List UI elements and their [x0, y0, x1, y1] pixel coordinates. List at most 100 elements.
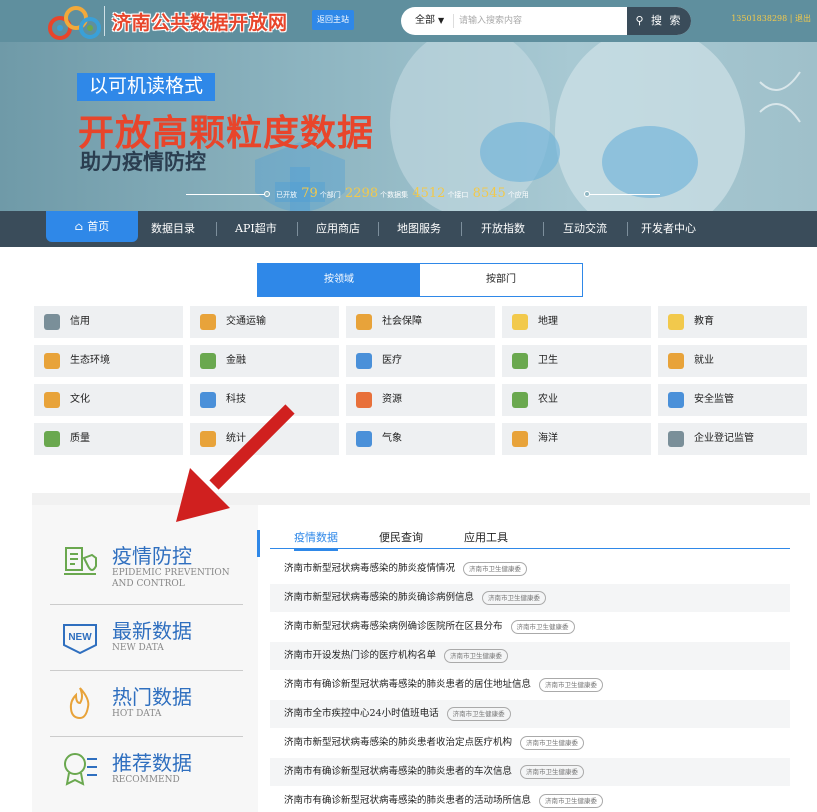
- list-item-title: 济南市新型冠状病毒感染的肺炎疫情情况: [284, 563, 456, 574]
- search-button[interactable]: ⚲ 搜 索: [627, 7, 691, 35]
- category-item[interactable]: 海洋: [502, 423, 651, 455]
- publisher-tag[interactable]: 济南市卫生健康委: [539, 793, 604, 808]
- list-item-title: 济南市有确诊新型冠状病毒感染的肺炎患者的车次信息: [284, 766, 513, 777]
- category-label: 医疗: [382, 355, 402, 366]
- category-item[interactable]: 信用: [34, 306, 183, 338]
- search-scope-select[interactable]: 全部 ▼: [415, 7, 444, 35]
- sidebar-item-recommend[interactable]: 推荐数据 RECOMMEND: [50, 737, 243, 802]
- list-item[interactable]: 济南市新型冠状病毒感染的肺炎患者收治定点医疗机构 济南市卫生健康委: [270, 729, 790, 757]
- category-label: 安全监管: [694, 394, 734, 405]
- sidebar-item-new-data[interactable]: NEW 最新数据 NEW DATA: [50, 605, 243, 670]
- nav-item-map-service[interactable]: 地图服务: [397, 211, 441, 247]
- publisher-tag[interactable]: 济南市卫生健康委: [520, 764, 585, 779]
- category-item[interactable]: 医疗: [346, 345, 495, 377]
- publisher-tag[interactable]: 济南市卫生健康委: [520, 735, 585, 750]
- nav-item-home[interactable]: ⌂ 首页: [46, 211, 138, 242]
- category-item[interactable]: 农业: [502, 384, 651, 416]
- category-item[interactable]: 教育: [658, 306, 807, 338]
- category-item[interactable]: 社会保障: [346, 306, 495, 338]
- category-item[interactable]: 文化: [34, 384, 183, 416]
- list-item-title: 济南市开设发热门诊的医疗机构名单: [284, 650, 437, 661]
- search-bar: 全部▼ ⚲ 搜 索: [401, 7, 691, 35]
- category-item[interactable]: 金融: [190, 345, 339, 377]
- publisher-tag[interactable]: 济南市卫生健康委: [463, 561, 528, 576]
- search-icon: ⚲: [635, 14, 652, 27]
- category-item[interactable]: 质量: [34, 423, 183, 455]
- category-item[interactable]: 安全监管: [658, 384, 807, 416]
- enterprise-icon: [668, 431, 684, 447]
- nav-item-developer[interactable]: 开发者中心: [641, 211, 696, 247]
- category-item[interactable]: 气象: [346, 423, 495, 455]
- category-item[interactable]: 统计: [190, 423, 339, 455]
- stats-apps: 8545: [472, 186, 506, 201]
- list-item[interactable]: 济南市有确诊新型冠状病毒感染的肺炎患者的活动场所信息 济南市卫生健康委: [270, 787, 790, 812]
- category-item[interactable]: 科技: [190, 384, 339, 416]
- top-bar: 济南公共数据开放网 返回主站 全部▼ ⚲ 搜 索 13501838298 | 退…: [0, 0, 817, 42]
- category-label: 气象: [382, 433, 402, 444]
- list-item[interactable]: 济南市全市疾控中心24小时值班电话 济南市卫生健康委: [270, 700, 790, 728]
- list-item[interactable]: 济南市有确诊新型冠状病毒感染的肺炎患者的车次信息 济南市卫生健康委: [270, 758, 790, 786]
- sidebar-title: 疫情防控: [112, 544, 192, 568]
- nav-divider: [378, 222, 379, 236]
- category-label: 金融: [226, 355, 246, 366]
- list-item[interactable]: 济南市新型冠状病毒感染的肺炎疫情情况 济南市卫生健康委: [270, 555, 790, 583]
- list-item-title: 济南市有确诊新型冠状病毒感染的肺炎患者的活动场所信息: [284, 795, 532, 806]
- sidebar-item-hot-data[interactable]: 热门数据 HOT DATA: [50, 671, 243, 736]
- publisher-tag[interactable]: 济南市卫生健康委: [444, 648, 509, 663]
- category-label: 农业: [538, 394, 558, 405]
- sidebar-title: 最新数据: [112, 619, 192, 643]
- list-item[interactable]: 济南市新型冠状病毒感染的肺炎确诊病例信息 济南市卫生健康委: [270, 584, 790, 612]
- sidebar-subtitle: EPIDEMIC PREVENTION AND CONTROL: [112, 568, 230, 589]
- nav-item-api-market[interactable]: API超市: [235, 211, 277, 247]
- category-item[interactable]: 交通运输: [190, 306, 339, 338]
- category-label: 企业登记监管: [694, 433, 754, 444]
- tab-epidemic-data[interactable]: 疫情数据: [294, 529, 338, 551]
- return-home-button[interactable]: 返回主站: [312, 10, 354, 30]
- site-title[interactable]: 济南公共数据开放网: [112, 8, 288, 35]
- stats-strip: 已开放 79 个部门 2298 个数据集 4512 个接口 8545 个应用: [186, 186, 666, 202]
- list-item[interactable]: 济南市有确诊新型冠状病毒感染的肺炎患者的居住地址信息 济南市卫生健康委: [270, 671, 790, 699]
- category-item[interactable]: 就业: [658, 345, 807, 377]
- culture-icon: [44, 392, 60, 408]
- list-item[interactable]: 济南市开设发热门诊的医疗机构名单 济南市卫生健康委: [270, 642, 790, 670]
- list-item[interactable]: 济南市新型冠状病毒感染病例确诊医院所在区县分布 济南市卫生健康委: [270, 613, 790, 641]
- sidebar-active-indicator: [257, 530, 260, 557]
- ecology-icon: [44, 353, 60, 369]
- tab-public-query[interactable]: 便民查询: [379, 529, 423, 545]
- category-tabs: 按领域 按部门: [257, 263, 583, 297]
- tab-by-department[interactable]: 按部门: [420, 264, 582, 296]
- fire-icon: [69, 687, 90, 720]
- nav-item-interaction[interactable]: 互动交流: [563, 211, 607, 247]
- chevron-down-icon: ▼: [438, 16, 445, 25]
- category-label: 社会保障: [382, 316, 422, 327]
- publisher-tag[interactable]: 济南市卫生健康委: [539, 677, 604, 692]
- tab-app-tools[interactable]: 应用工具: [464, 529, 508, 545]
- stats-apis-unit: 个接口: [447, 191, 469, 199]
- sidebar-item-epidemic[interactable]: 疫情防控 EPIDEMIC PREVENTION AND CONTROL: [50, 530, 243, 595]
- stats-datasets-unit: 个数据集: [380, 191, 409, 199]
- statistics-icon: [200, 431, 216, 447]
- list-item-title: 济南市新型冠状病毒感染的肺炎确诊病例信息: [284, 592, 475, 603]
- search-input[interactable]: [459, 11, 619, 31]
- publisher-tag[interactable]: 济南市卫生健康委: [446, 706, 511, 721]
- agriculture-icon: [512, 392, 528, 408]
- category-item[interactable]: 生态环境: [34, 345, 183, 377]
- user-info[interactable]: 13501838298 | 退出: [731, 13, 811, 24]
- publisher-tag[interactable]: 济南市卫生健康委: [510, 619, 575, 634]
- nav-item-open-index[interactable]: 开放指数: [481, 211, 525, 247]
- category-label: 教育: [694, 316, 714, 327]
- tab-by-domain[interactable]: 按领域: [258, 264, 420, 296]
- stats-line-right: [590, 194, 660, 195]
- category-item[interactable]: 地理: [502, 306, 651, 338]
- publisher-tag[interactable]: 济南市卫生健康委: [482, 590, 547, 605]
- category-item[interactable]: 资源: [346, 384, 495, 416]
- category-item[interactable]: 卫生: [502, 345, 651, 377]
- logo-icon[interactable]: [46, 2, 102, 42]
- social-security-icon: [356, 314, 372, 330]
- list-item-title: 济南市新型冠状病毒感染病例确诊医院所在区县分布: [284, 621, 503, 632]
- category-item[interactable]: 企业登记监管: [658, 423, 807, 455]
- nav-item-catalog[interactable]: 数据目录: [151, 211, 195, 247]
- category-label: 科技: [226, 394, 246, 405]
- banner-headline-3: 助力疫情防控: [80, 151, 206, 174]
- nav-item-app-store[interactable]: 应用商店: [316, 211, 360, 247]
